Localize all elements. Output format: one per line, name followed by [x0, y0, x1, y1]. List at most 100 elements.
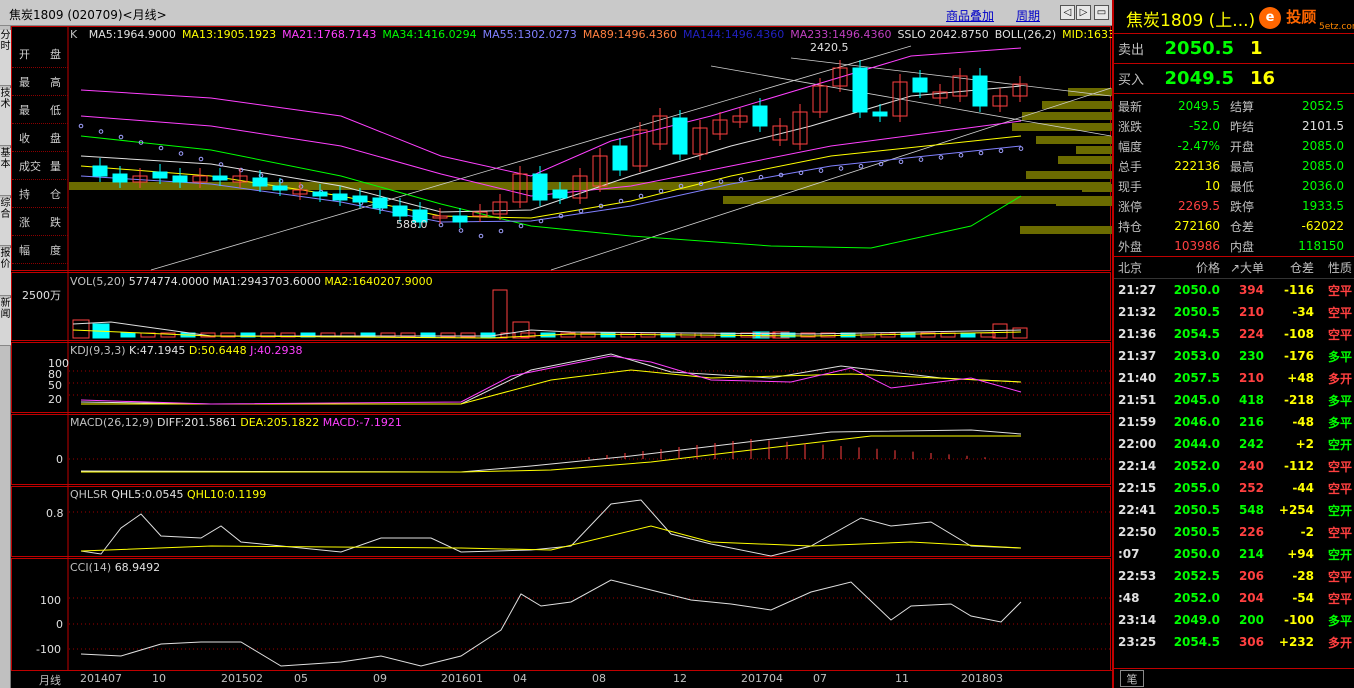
candlestick	[972, 75, 988, 107]
x-label: 201601	[441, 672, 483, 685]
tick-oi-change: -218	[1283, 393, 1314, 407]
tick-time: :48	[1118, 591, 1140, 605]
candlestick	[312, 191, 328, 197]
tick-row: 21:36 2054.5 224 -108 空平	[1114, 323, 1354, 345]
label-high-a: 最	[19, 75, 30, 89]
tick-time: 21:27	[1118, 283, 1157, 297]
macd-dea: DEA:205.1822	[240, 416, 320, 429]
prev-button[interactable]: ◁	[1060, 5, 1075, 20]
volume-profile-bar	[1036, 136, 1112, 144]
volume-bar	[492, 289, 508, 339]
restore-button[interactable]: ▭	[1094, 5, 1109, 20]
qhl-title: QHLSR	[70, 488, 108, 501]
stat-label: 内盘	[1230, 239, 1255, 254]
tab-ticks[interactable]: 笔	[1120, 670, 1144, 687]
tick-row: 21:51 2045.0 418 -218 多平	[1114, 389, 1354, 411]
ma-legend-item: MA233:1496.4360	[790, 28, 892, 41]
ma-legend-item: MA55:1302.0273	[482, 28, 577, 41]
tick-price: 2057.5	[1173, 371, 1220, 385]
stat-label: 涨跌	[1118, 119, 1143, 134]
volume-profile-bar	[1076, 146, 1112, 154]
tab-news[interactable]: 新闻	[0, 298, 11, 346]
tick-volume: 252	[1238, 481, 1264, 495]
kdj-j: J:40.2938	[250, 344, 303, 357]
tick-volume: 210	[1238, 371, 1264, 385]
stat-label: 昨结	[1230, 119, 1255, 134]
tick-row: 21:40 2057.5 210 +48 多开	[1114, 367, 1354, 389]
stat-row: 外盘 103986 内盘 118150	[1114, 236, 1354, 256]
label-change: 涨跌	[12, 208, 68, 236]
stat-label: 幅度	[1118, 139, 1143, 154]
stat-value: 2269.5	[1178, 199, 1220, 213]
macd-diff: DIFF:201.5861	[157, 416, 237, 429]
sar-dot	[818, 168, 824, 173]
tick-time: 21:32	[1118, 305, 1157, 319]
qhl-tick: 0.8	[46, 507, 64, 520]
candlestick	[152, 171, 168, 179]
sar-dot	[918, 157, 924, 162]
tick-row: 21:37 2053.0 230 -176 多平	[1114, 345, 1354, 367]
volume-profile-bar	[1026, 171, 1112, 179]
tick-row: 21:59 2046.0 216 -48 多平	[1114, 411, 1354, 433]
tick-row: 22:41 2050.5 548 +254 空开	[1114, 499, 1354, 521]
tab-quote[interactable]: 报价	[0, 248, 11, 296]
tick-oi-change: +2	[1295, 437, 1314, 451]
tick-price: 2052.5	[1173, 569, 1220, 583]
tick-row: 21:32 2050.5 210 -34 空平	[1114, 301, 1354, 323]
stat-value: 118150	[1298, 239, 1344, 253]
vol-ma2: MA2:1640207.9000	[324, 275, 433, 288]
stat-label: 外盘	[1118, 239, 1143, 254]
main-indicator-legend: K MA5:1964.9000 MA13:1905.1923 MA21:1768.7…	[70, 28, 1121, 41]
tab-timeshare[interactable]: 分时	[0, 30, 11, 86]
sar-dot	[478, 233, 484, 239]
panel-frame	[11, 558, 1111, 670]
stat-value: -62022	[1301, 219, 1344, 233]
ticks-list: 21:27 2050.0 394 -116 空平 21:32 2050.5 210 -34 空平 2…	[1114, 279, 1354, 653]
candlestick	[672, 117, 688, 155]
tick-time: 22:50	[1118, 525, 1157, 539]
volume-profile-bar	[723, 196, 1112, 204]
tick-volume: 240	[1238, 459, 1264, 473]
sar-dot	[518, 223, 524, 229]
overlay-commodity-link[interactable]: 商品叠加	[946, 7, 994, 24]
stat-value: 222136	[1174, 159, 1220, 173]
data-window-labels: 开盘 最高 最低 收盘 成交量 持仓 涨跌 幅度	[12, 40, 68, 264]
tick-row: :07 2050.0 214 +94 空开	[1114, 543, 1354, 565]
label-close-a: 收	[19, 131, 30, 145]
tick-nature: 空开	[1327, 437, 1352, 452]
tick-price: 2054.5	[1173, 635, 1220, 649]
tick-oi-change: -28	[1292, 569, 1314, 583]
tick-nature: 空平	[1327, 591, 1352, 606]
tick-row: 21:27 2050.0 394 -116 空平	[1114, 279, 1354, 301]
tick-volume: 216	[1238, 415, 1264, 429]
tick-volume: 210	[1238, 305, 1264, 319]
stat-value: 2101.5	[1302, 119, 1344, 133]
label-open-b: 盘	[50, 47, 61, 61]
stat-label: 最新	[1118, 99, 1143, 114]
tick-price: 2046.0	[1173, 415, 1220, 429]
ma-legend-item: BOLL(26,2)	[994, 28, 1057, 41]
tick-oi-change: +94	[1287, 547, 1314, 561]
tick-oi-change: -34	[1292, 305, 1314, 319]
vol-value: 5774774.0000	[128, 275, 210, 288]
stat-label: 持仓	[1118, 219, 1143, 234]
logo: e 投顾5etz.com	[1259, 6, 1354, 32]
tick-oi-change: -176	[1283, 349, 1314, 363]
sar-dot	[458, 228, 464, 233]
label-openint-a: 持	[19, 187, 30, 201]
next-button[interactable]: ▷	[1076, 5, 1091, 20]
period-link[interactable]: 周期	[1016, 7, 1040, 24]
tick-time: 23:14	[1118, 613, 1157, 627]
tab-composite[interactable]: 综合	[0, 198, 11, 246]
x-label: 05	[294, 672, 308, 685]
tick-price: 2050.5	[1173, 305, 1220, 319]
ma-legend-item: MA144:1496.4360	[683, 28, 785, 41]
tab-fundamental[interactable]: 基本	[0, 148, 11, 196]
label-high: 最高	[12, 68, 68, 96]
tab-technical[interactable]: 技术	[0, 88, 11, 146]
tick-row: 22:14 2052.0 240 -112 空平	[1114, 455, 1354, 477]
sar-dot	[498, 228, 504, 234]
th-oi-change: 仓差	[1289, 261, 1314, 275]
tick-oi-change: -44	[1292, 481, 1314, 495]
tick-nature: 多平	[1327, 349, 1352, 364]
